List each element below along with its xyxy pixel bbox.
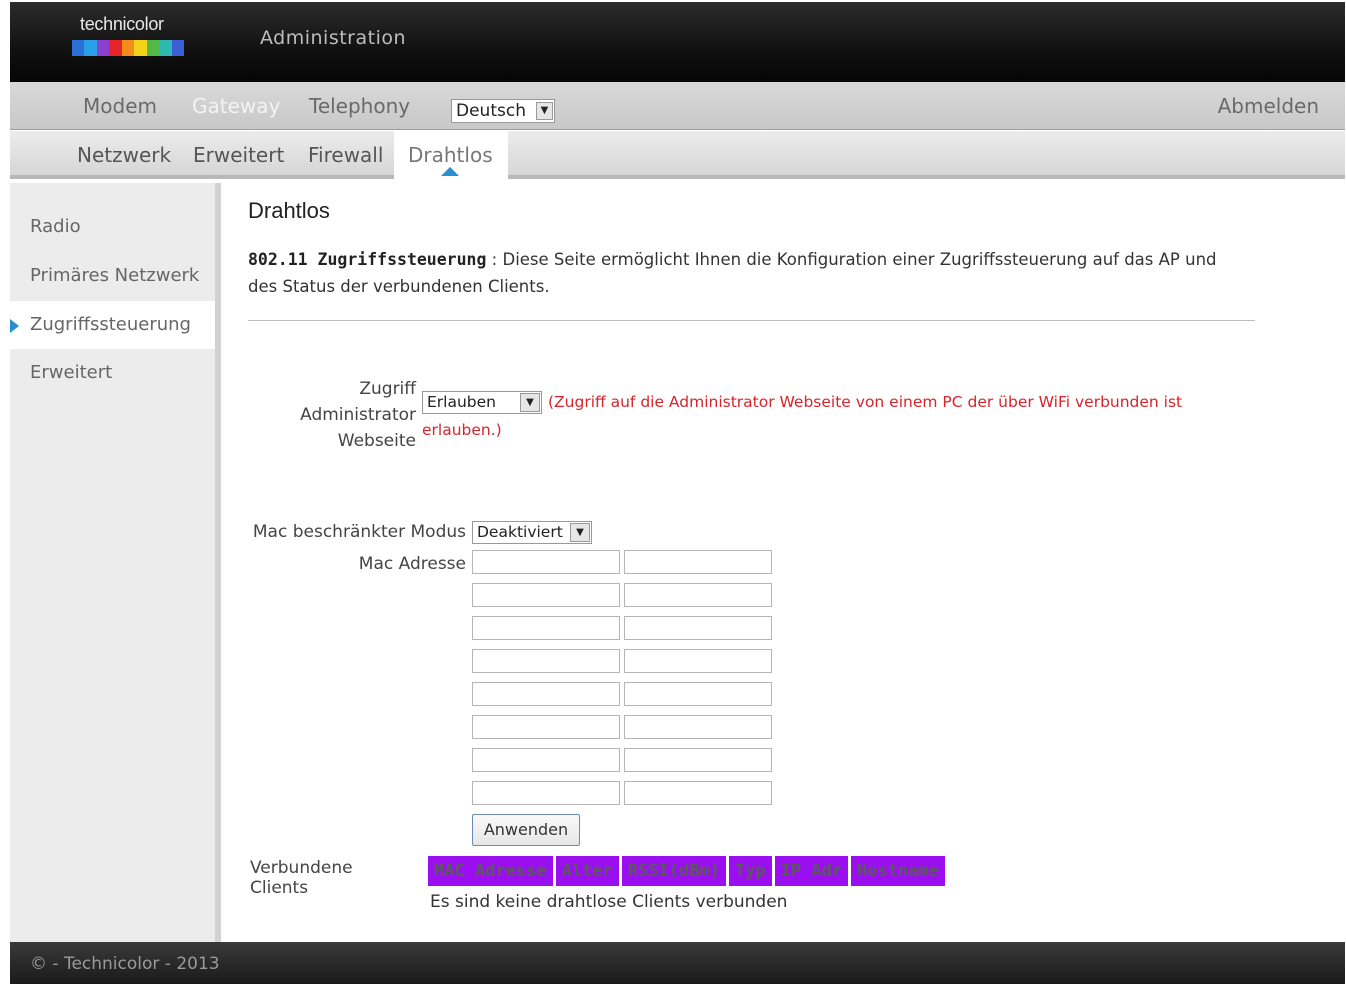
mac-address-input[interactable] [472,649,620,673]
mac-mode-value: Deaktiviert [477,523,563,541]
access-admin-label: Zugriff Administrator Webseite [278,376,416,454]
sidebar-item-primary-network[interactable]: Primäres Netzwerk [10,252,215,300]
mac-address-input[interactable] [472,583,620,607]
col-age: Alter [555,856,619,886]
no-clients-message: Es sind keine drahtlose Clients verbunde… [430,892,788,912]
logo-color-segment [96,40,110,56]
language-select[interactable]: Deutsch ▼ [451,99,555,123]
mac-address-input[interactable] [624,748,772,772]
sub-nav: Netzwerk Erweitert Firewall Drahtlos [10,131,1345,179]
description-heading: 802.11 Zugriffssteuerung [248,250,487,269]
chevron-down-icon: ▼ [536,102,553,120]
language-value: Deutsch [456,101,526,121]
active-item-arrow-icon [10,319,19,333]
subnav-erweitert[interactable]: Erweitert [193,143,284,167]
nav-telephony[interactable]: Telephony [309,94,410,118]
description-separator: : [491,250,498,269]
apply-button[interactable]: Anwenden [472,814,580,846]
subnav-firewall[interactable]: Firewall [308,143,383,167]
logo-color-segment [84,40,97,56]
logout-link[interactable]: Abmelden [1218,94,1319,118]
main-nav: Modem Gateway Telephony Deutsch ▼ Abmeld… [10,82,1345,130]
mac-address-input[interactable] [624,583,772,607]
col-rssi: RSSI(dBm) [621,856,726,886]
logo-color-segment [159,40,172,56]
access-admin-label-line2: Administrator [300,405,416,425]
top-header: technicolor Administration [10,2,1345,82]
mac-address-input[interactable] [472,616,620,640]
mac-address-input[interactable] [624,715,772,739]
logo-color-segment [134,40,147,56]
mac-mode-label: Mac beschränkter Modus [252,522,466,542]
logo-color-segment [171,40,184,56]
header-title: Administration [260,27,407,49]
active-tab-indicator-icon [441,167,459,176]
col-ip-address: IP Adr [774,856,849,886]
subnav-netzwerk[interactable]: Netzwerk [77,143,171,167]
access-admin-label-line1: Zugriff [359,379,416,399]
sidebar: Radio Primäres Netzwerk Zugriffssteuerun… [10,183,221,942]
nav-modem[interactable]: Modem [83,94,157,118]
page-title: Drahtlos [248,198,330,223]
technicolor-logo: technicolor [70,14,190,64]
mac-address-label: Mac Adresse [358,554,466,574]
clients-table-header: MAC Adresse Alter RSSI(dBm) Typ IP Adr H… [428,856,948,886]
chevron-down-icon: ▼ [570,523,590,542]
logo-text: technicolor [80,14,164,34]
col-type: Typ [728,856,772,886]
mac-address-input[interactable] [472,781,620,805]
access-admin-label-line3: Webseite [337,431,416,451]
footer-copyright: © - Technicolor - 2013 [30,954,220,974]
mac-address-input[interactable] [472,682,620,706]
sidebar-item-radio[interactable]: Radio [10,203,215,251]
sidebar-item-access-control[interactable]: Zugriffssteuerung [10,301,215,349]
mac-address-input[interactable] [472,748,620,772]
mac-address-input[interactable] [624,550,772,574]
col-hostname: Hostname [851,856,945,886]
access-admin-note: (Zugriff auf die Administrator Webseite … [422,388,1202,444]
mac-address-input[interactable] [624,682,772,706]
mac-address-input[interactable] [624,616,772,640]
sidebar-item-label: Zugriffssteuerung [30,314,191,335]
section-divider [248,320,1255,321]
logo-color-segment [109,40,122,56]
mac-address-input[interactable] [624,649,772,673]
logo-color-bar [72,40,184,56]
logo-color-segment [146,40,160,56]
footer: © - Technicolor - 2013 [10,942,1345,984]
access-note-text: (Zugriff auf die Administrator Webseite … [422,393,1183,439]
col-mac-address: MAC Adresse [428,856,553,886]
sidebar-item-advanced[interactable]: Erweitert [10,349,215,397]
mac-mode-select[interactable]: Deaktiviert ▼ [472,521,592,544]
logo-color-segment [121,40,135,56]
connected-clients-label: Verbundene Clients [250,858,353,898]
logo-color-segment [72,40,85,56]
router-admin-page: technicolor Administration Modem Gateway… [10,2,1345,984]
mac-address-input[interactable] [472,550,620,574]
mac-address-input[interactable] [472,715,620,739]
mac-address-input[interactable] [624,781,772,805]
subnav-drahtlos-label: Drahtlos [408,143,493,167]
page-description: 802.11 Zugriffssteuerung : Diese Seite e… [248,246,1248,300]
nav-gateway[interactable]: Gateway [192,94,280,118]
